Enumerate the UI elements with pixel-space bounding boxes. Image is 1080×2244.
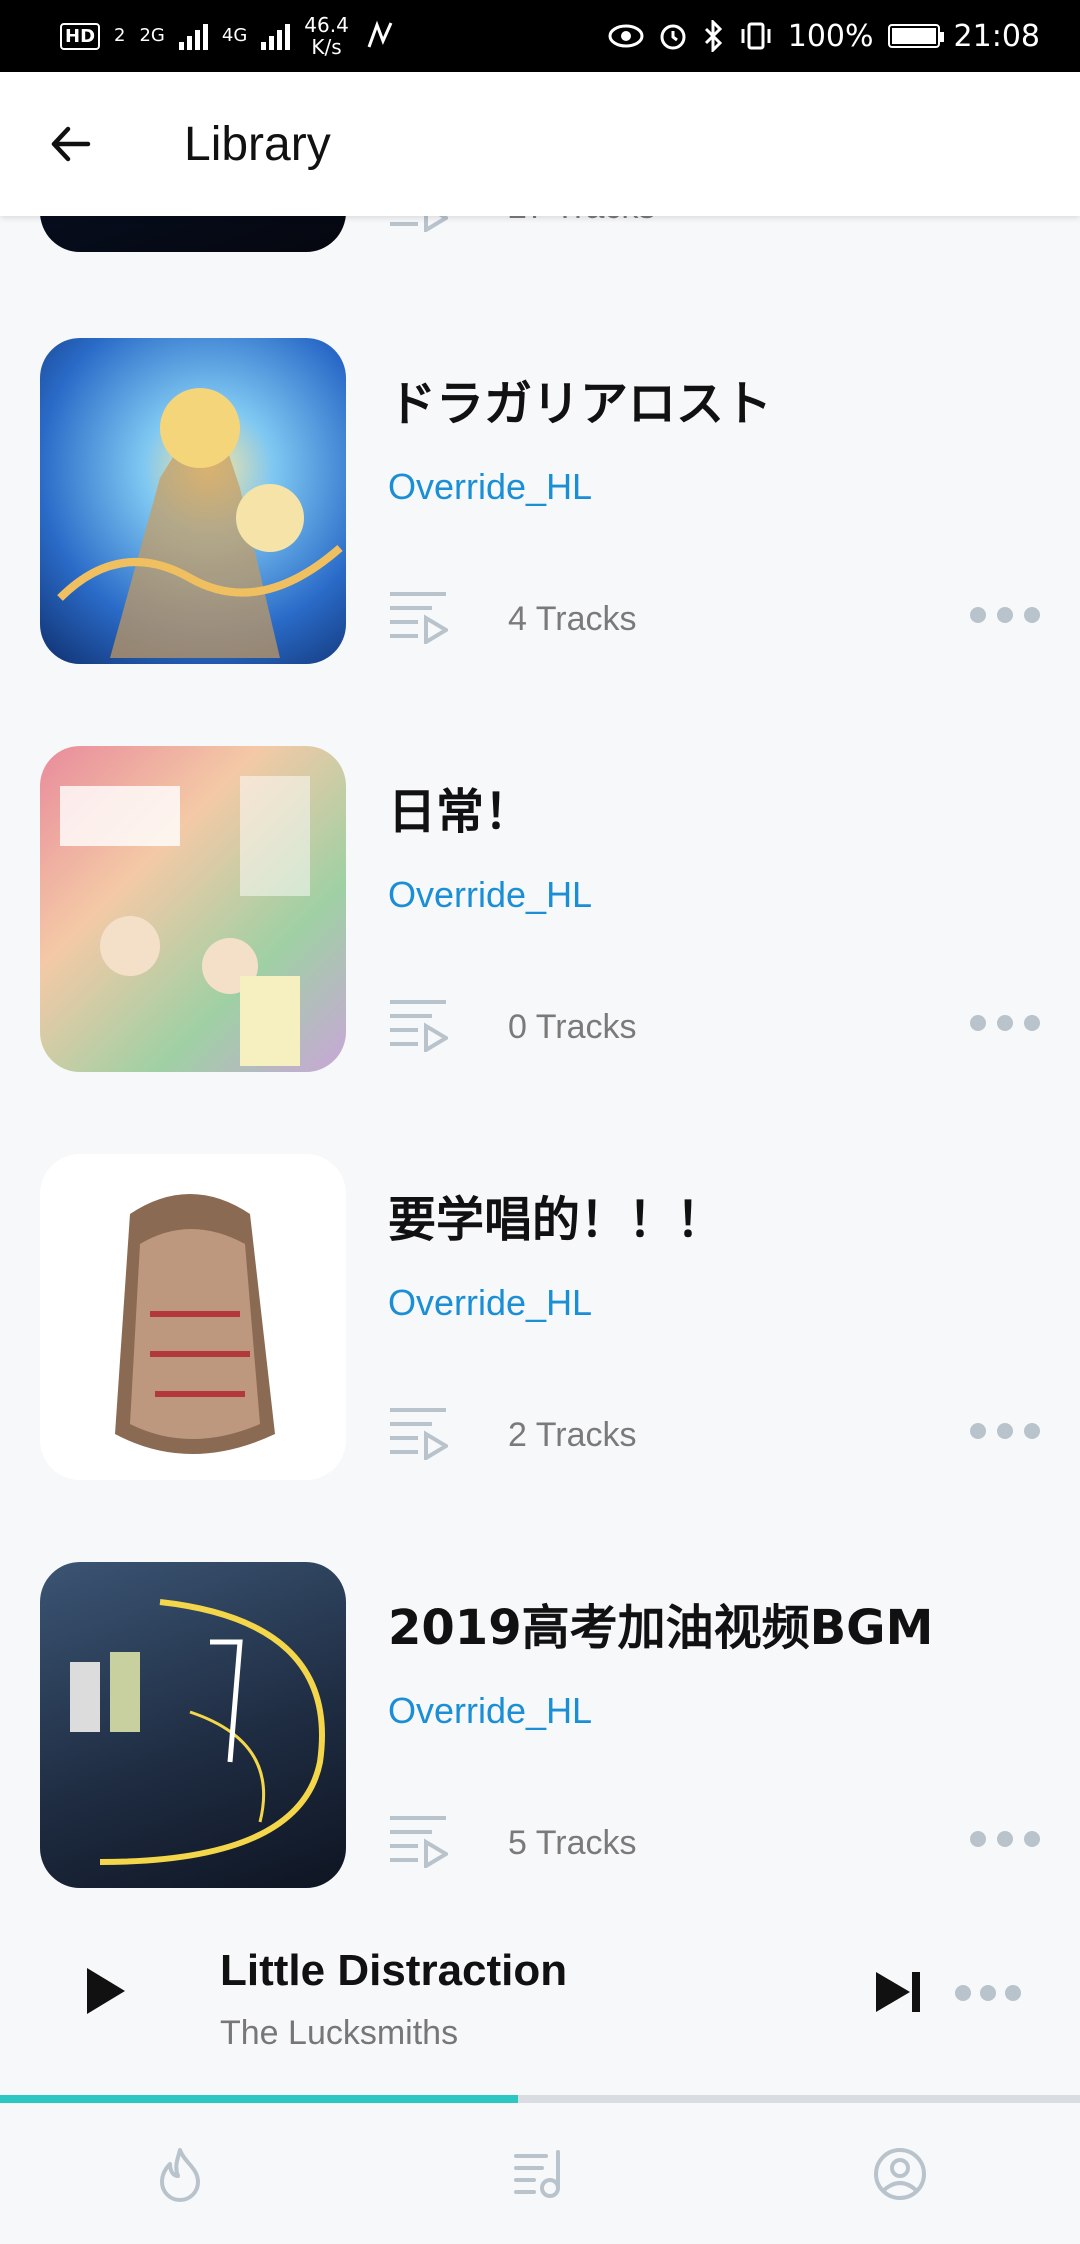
playlist-author-link[interactable]: Override_HL: [388, 1282, 592, 1324]
nav-hot[interactable]: [0, 2103, 360, 2244]
status-bar: HD 2 2G 4G 46.4 K/s 100% 21:08: [0, 0, 1080, 72]
clock: 21:08: [953, 18, 1040, 54]
playlist-title: ドラガリアロスト: [388, 376, 773, 432]
now-playing-bar[interactable]: Little Distraction The Lucksmiths: [0, 1896, 1080, 2096]
playlist-cover: [40, 1154, 346, 1480]
arrow-left-icon: [51, 126, 91, 162]
playback-progress[interactable]: [0, 2095, 1080, 2103]
playlist-cover: [40, 338, 346, 664]
now-playing-title: Little Distraction: [220, 1946, 568, 1995]
nav-library[interactable]: [360, 2103, 720, 2244]
speed-value: 46.4: [304, 13, 349, 37]
playlist-author-link[interactable]: Override_HL: [388, 1690, 592, 1732]
app-bar: Library: [0, 72, 1080, 216]
nav-profile[interactable]: [720, 2103, 1080, 2244]
cover-art: [57, 388, 343, 658]
more-options-button[interactable]: [970, 1008, 1040, 1038]
flame-icon: [160, 2147, 200, 2202]
signal-icon-2: [261, 22, 291, 50]
playlist-author-link[interactable]: Override_HL: [388, 874, 592, 916]
track-count: 5 Tracks: [508, 1824, 637, 1862]
network-speed: 46.4 K/s: [304, 14, 349, 58]
now-playing-artist: The Lucksmiths: [220, 2014, 459, 2052]
vibrate-icon: [741, 22, 771, 50]
nfc-icon: [367, 20, 393, 48]
playlist-play-icon: [390, 1408, 448, 1460]
alarm-icon: [660, 24, 686, 50]
list-item[interactable]: 要学唱的！！！ Override_HL 2 Tracks: [0, 1154, 1080, 1484]
net-4g-label: 4G: [221, 25, 248, 46]
status-left: HD 2 2G 4G 46.4 K/s: [60, 14, 397, 58]
playlist-play-icon: [390, 592, 448, 644]
playlist-cover: [40, 746, 346, 1072]
progress-fill: [0, 2095, 519, 2103]
hd-badge: HD: [60, 22, 101, 50]
more-options-button[interactable]: [970, 600, 1040, 630]
playlist-play-icon: [390, 1000, 448, 1052]
playlist-cover: [40, 216, 346, 252]
list-item-partial[interactable]: 27 Tracks: [0, 216, 1080, 256]
status-right: 100% 21:08: [608, 19, 1040, 54]
battery-percent: 100%: [787, 18, 874, 54]
playlist-author-link[interactable]: Override_HL: [388, 466, 592, 508]
eye-icon: [608, 24, 644, 48]
playlist-cover: [40, 1562, 346, 1888]
battery-icon: [887, 24, 944, 48]
cover-art: [70, 1599, 325, 1865]
cover-art: [115, 1194, 275, 1454]
more-options-button[interactable]: [970, 216, 1040, 218]
now-playing-more-button[interactable]: [955, 1984, 1021, 2002]
track-count: 0 Tracks: [508, 1008, 637, 1046]
playlist-title: 要学唱的！！！: [388, 1192, 725, 1248]
list-item[interactable]: ドラガリアロスト Override_HL 4 Tracks: [0, 338, 1080, 668]
play-button[interactable]: [70, 1956, 140, 2026]
playlist-title: 2019高考加油视频BGM: [388, 1600, 934, 1656]
track-count: 2 Tracks: [508, 1416, 637, 1454]
bluetooth-icon: [704, 20, 722, 52]
track-count: 4 Tracks: [508, 600, 637, 638]
signal-icon: [178, 22, 208, 50]
page-title: Library: [184, 117, 331, 171]
track-count: 27 Tracks: [508, 216, 655, 227]
bottom-nav: [0, 2103, 1080, 2244]
play-icon: [87, 1968, 125, 2014]
playlist-list[interactable]: 27 Tracks ドラガリアロスト Override_HL 4 Tracks …: [0, 216, 1080, 1896]
sim2-label: 2: [114, 25, 126, 46]
list-item[interactable]: 日常！ Override_HL 0 Tracks: [0, 746, 1080, 1076]
net-2g-label: 2G: [139, 25, 165, 46]
playlist-title: 日常！: [388, 784, 533, 840]
playlist-play-icon: [390, 1816, 448, 1868]
more-options-button[interactable]: [970, 1824, 1040, 1854]
playlist-play-icon: [390, 216, 448, 232]
playlist-icon: [514, 2149, 560, 2198]
skip-next-icon[interactable]: [870, 1964, 926, 2020]
user-icon: [874, 2147, 926, 2200]
back-button[interactable]: [0, 72, 140, 216]
more-options-button[interactable]: [970, 1416, 1040, 1446]
cover-art: [60, 776, 310, 1066]
speed-unit: K/s: [311, 35, 342, 59]
list-item[interactable]: 2019高考加油视频BGM Override_HL 5 Tracks: [0, 1562, 1080, 1892]
